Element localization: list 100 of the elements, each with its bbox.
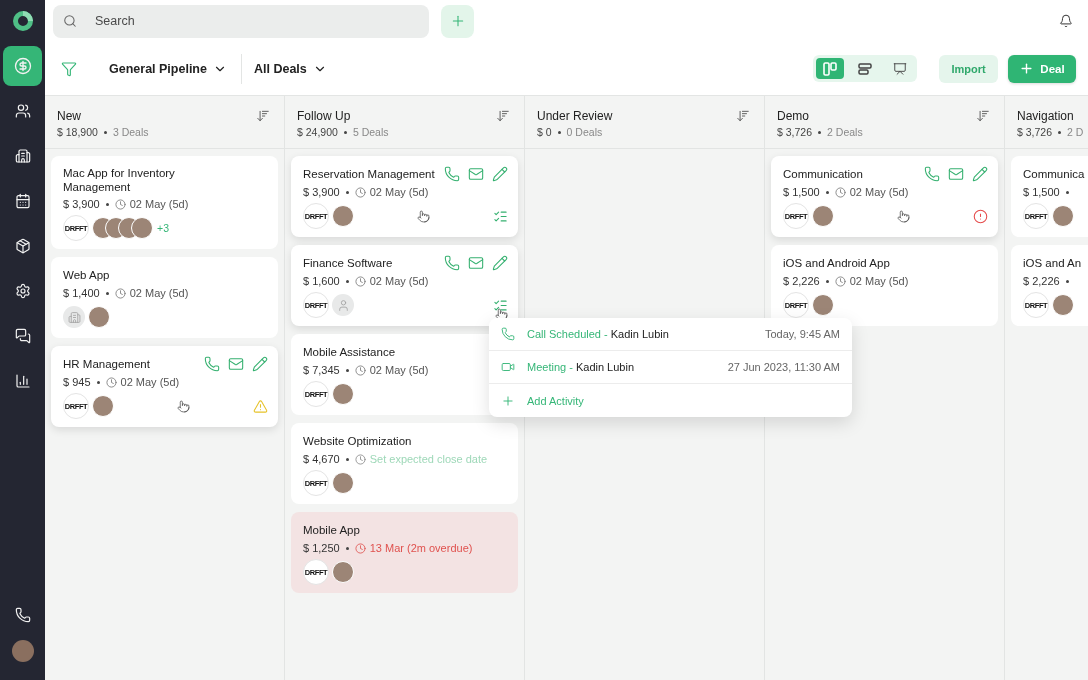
deal-title: Web App xyxy=(63,268,111,282)
activity-title[interactable]: Call Scheduled - Kadin Lubin xyxy=(527,328,669,340)
activity-time: 27 Jun 2023, 11:30 AM xyxy=(727,361,840,373)
pencil-icon[interactable] xyxy=(972,166,988,182)
avatar xyxy=(332,205,354,227)
building-icon xyxy=(14,148,31,164)
nav-item[interactable] xyxy=(3,46,42,86)
search-icon xyxy=(63,14,77,28)
column-amount: $ 0 xyxy=(537,126,552,138)
deal-title: Mobile Assistance xyxy=(303,345,397,359)
column-title: Follow Up xyxy=(297,109,351,123)
search-field[interactable]: Search xyxy=(53,4,429,38)
chat-icon xyxy=(14,328,31,344)
deal-title: Mobile App xyxy=(303,523,361,537)
deal-card[interactable]: Web App $ 1,400 02 May (5d) xyxy=(51,257,278,338)
pencil-icon[interactable] xyxy=(492,255,508,271)
column-title: New xyxy=(57,109,81,123)
mail-icon[interactable] xyxy=(468,166,484,182)
activity-time: Today, 9:45 AM xyxy=(765,328,840,340)
close-date: 13 Mar (2m overdue) xyxy=(369,542,473,554)
presentation-icon xyxy=(893,61,907,76)
deal-amount: $ 3,900 xyxy=(303,186,340,198)
close-date: 02 May (5d) xyxy=(120,376,180,388)
deal-title: Reservation Management xyxy=(303,167,436,181)
sort-icon[interactable] xyxy=(736,109,750,123)
clock-icon xyxy=(354,364,366,376)
close-date: 02 May (5d) xyxy=(369,186,429,198)
deal-amount: $ 1,500 xyxy=(783,186,820,198)
users-icon xyxy=(14,103,31,119)
board-view-icon xyxy=(823,61,837,76)
avatar[interactable] xyxy=(11,640,34,662)
settings-icon xyxy=(14,283,31,299)
deal-amount: $ 2,226 xyxy=(1023,275,1060,287)
hand-cursor-icon xyxy=(417,209,430,223)
clock-icon xyxy=(354,275,366,287)
close-date: 02 May (5d) xyxy=(129,198,189,210)
deal-amount: $ 3,900 xyxy=(63,198,100,210)
dollar-circle-icon xyxy=(13,57,32,75)
column-title: Navigation xyxy=(1017,109,1074,123)
deal-title: Finance Software xyxy=(303,256,394,270)
deal-amount: $ 1,250 xyxy=(303,542,340,554)
column-amount: $ 18,900 xyxy=(57,126,98,138)
mail-icon[interactable] xyxy=(468,255,484,271)
sort-icon[interactable] xyxy=(976,109,990,123)
bar-chart-icon xyxy=(14,373,31,389)
column-amount: $ 3,726 xyxy=(1017,126,1053,138)
deal-title: Website Optimization xyxy=(303,434,413,448)
funnel-icon[interactable] xyxy=(61,60,77,77)
mail-icon[interactable] xyxy=(948,166,964,182)
pipeline-dropdown[interactable]: General Pipeline xyxy=(109,61,227,76)
avatar xyxy=(812,205,834,227)
avatar xyxy=(1052,205,1074,227)
pencil-icon[interactable] xyxy=(252,356,268,372)
avatar xyxy=(332,472,354,494)
bell-icon[interactable] xyxy=(1059,14,1073,28)
clock-icon xyxy=(354,453,366,465)
checklist-icon[interactable] xyxy=(493,297,508,313)
deal-title: iOS and Android App xyxy=(783,256,891,270)
clock-icon xyxy=(105,376,117,388)
deal-count: 3 Deals xyxy=(112,126,149,138)
clock-icon xyxy=(354,186,366,198)
close-date: 02 May (5d) xyxy=(849,186,909,198)
avatar xyxy=(131,217,153,239)
column-amount: $ 3,726 xyxy=(777,126,813,138)
hand-cursor-icon xyxy=(177,399,190,413)
filter-dropdown[interactable]: All Deals xyxy=(253,61,327,76)
logo-icon xyxy=(12,11,33,31)
clock-icon xyxy=(354,542,366,554)
column-title: Under Review xyxy=(537,109,613,123)
avatar xyxy=(92,395,114,417)
user-icon xyxy=(332,294,354,316)
pencil-icon[interactable] xyxy=(492,166,508,182)
column-amount: $ 24,900 xyxy=(297,126,338,138)
close-date: 02 May (5d) xyxy=(129,287,189,299)
mail-icon[interactable] xyxy=(228,356,244,372)
deal-title: HR Management xyxy=(63,357,151,371)
close-date: 02 May (5d) xyxy=(849,275,909,287)
avatar xyxy=(332,561,354,583)
sort-icon[interactable] xyxy=(256,109,270,123)
sort-icon[interactable] xyxy=(496,109,510,123)
deal-amount: $ 1,400 xyxy=(63,287,100,299)
deal-title: Communica xyxy=(1023,167,1086,181)
deal-count: 2 D xyxy=(1067,126,1084,138)
plus-icon xyxy=(1019,61,1035,76)
activity-title[interactable]: Meeting - Kadin Lubin xyxy=(527,361,635,373)
checklist-icon[interactable] xyxy=(493,208,508,224)
deal-amount: $ 4,670 xyxy=(303,453,340,465)
more-count: +3 xyxy=(157,222,169,234)
deal-title: iOS and An xyxy=(1023,256,1083,270)
deal-title: Mac App for Inventory Management xyxy=(63,166,176,194)
calendar-icon xyxy=(14,193,31,209)
view-toggle[interactable] xyxy=(816,58,844,79)
deal-count: 0 Deals xyxy=(566,126,603,138)
avatar xyxy=(88,306,110,328)
clock-icon xyxy=(114,198,126,210)
list-view-icon xyxy=(858,62,872,75)
plus-icon xyxy=(501,393,515,408)
phone-icon xyxy=(501,327,515,341)
column-title: Demo xyxy=(777,109,809,123)
deal-title: Communication xyxy=(783,167,864,181)
